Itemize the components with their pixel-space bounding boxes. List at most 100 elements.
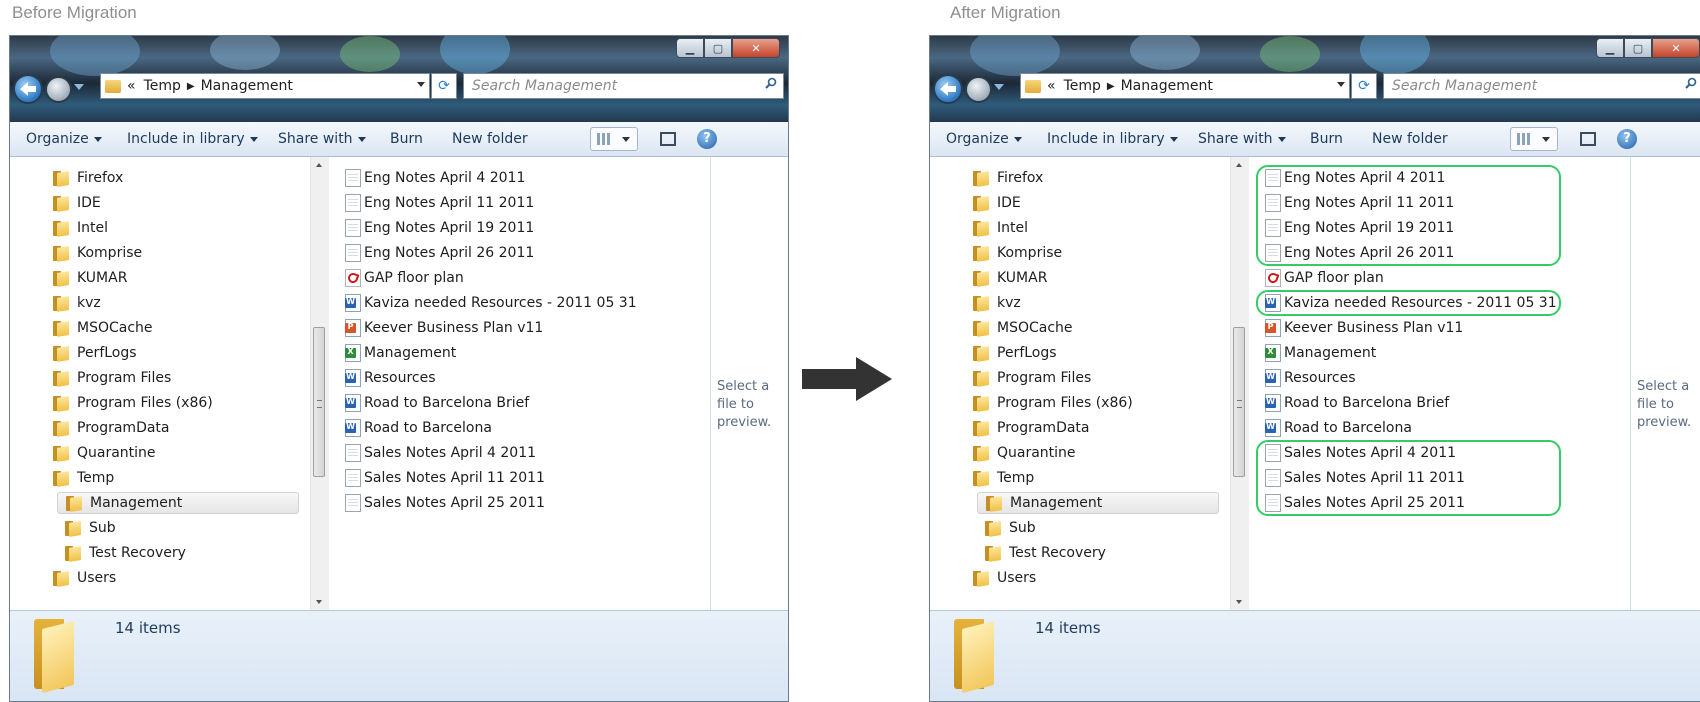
file-item[interactable]: X Management (345, 342, 456, 364)
tree-item[interactable]: IDE (53, 192, 101, 214)
back-button[interactable] (933, 74, 963, 104)
share-with-menu[interactable]: Share with (278, 131, 366, 147)
address-dropdown-icon[interactable] (1337, 82, 1345, 87)
breadcrumb-management[interactable]: Management (1121, 78, 1213, 94)
file-item[interactable]: W Road to Barcelona Brief (345, 392, 529, 414)
navigation-scrollbar[interactable] (1230, 157, 1248, 610)
address-dropdown-icon[interactable] (417, 82, 425, 87)
file-item[interactable]: Eng Notes April 4 2011 (345, 167, 525, 189)
help-button[interactable]: ? (697, 129, 717, 149)
tree-item[interactable]: ProgramData (973, 417, 1090, 439)
tree-item[interactable]: Komprise (973, 242, 1062, 264)
tree-item[interactable]: Management (977, 492, 1219, 514)
scrollbar-thumb[interactable] (313, 327, 325, 477)
file-item[interactable]: Sales Notes April 11 2011 (345, 467, 545, 489)
forward-button[interactable] (45, 76, 72, 103)
maximize-button[interactable]: ▢ (704, 38, 732, 58)
navigation-pane[interactable]: Firefox IDE Intel Komprise KUMAR kvz MSOCache P… (930, 157, 1244, 610)
preview-pane-button[interactable] (1580, 132, 1596, 146)
search-input[interactable]: Search Management (1383, 73, 1700, 99)
maximize-button[interactable]: ▢ (1624, 38, 1652, 58)
tree-item[interactable]: MSOCache (53, 317, 153, 339)
tree-item[interactable]: Program Files (x86) (973, 392, 1133, 414)
scrollbar-thumb[interactable] (1233, 327, 1245, 477)
new-folder-button[interactable]: New folder (452, 131, 528, 147)
close-button[interactable]: ✕ (1652, 38, 1700, 58)
tree-item[interactable]: Sub (985, 517, 1036, 539)
tree-item[interactable]: Management (57, 492, 299, 514)
file-item[interactable]: W Kaviza needed Resources - 2011 05 31 (345, 292, 637, 314)
file-item[interactable]: W Road to Barcelona (1265, 417, 1412, 439)
tree-item[interactable]: Program Files (x86) (53, 392, 213, 414)
address-overflow[interactable]: « (1047, 78, 1056, 94)
address-bar[interactable]: « Temp ▶ Management (100, 73, 430, 99)
tree-item[interactable]: Program Files (53, 367, 171, 389)
tree-item[interactable]: PerfLogs (973, 342, 1057, 364)
burn-button[interactable]: Burn (390, 131, 423, 147)
close-button[interactable]: ✕ (732, 38, 780, 58)
scroll-down-icon[interactable] (316, 600, 322, 604)
tree-item[interactable]: Firefox (53, 167, 123, 189)
navigation-scrollbar[interactable] (310, 157, 328, 610)
tree-item[interactable]: Temp (53, 467, 114, 489)
organize-menu[interactable]: Organize (26, 131, 102, 147)
breadcrumb-temp[interactable]: Temp (144, 78, 181, 94)
tree-item[interactable]: Temp (973, 467, 1034, 489)
file-item[interactable]: X Management (1265, 342, 1376, 364)
tree-item[interactable]: kvz (973, 292, 1021, 314)
tree-item[interactable]: Intel (973, 217, 1028, 239)
file-item[interactable]: W Resources (345, 367, 436, 389)
tree-item[interactable]: Komprise (53, 242, 142, 264)
tree-item[interactable]: Firefox (973, 167, 1043, 189)
breadcrumb-temp[interactable]: Temp (1064, 78, 1101, 94)
tree-item[interactable]: Users (53, 567, 116, 589)
back-button[interactable] (13, 74, 43, 104)
tree-item[interactable]: Sub (65, 517, 116, 539)
navigation-pane[interactable]: Firefox IDE Intel Komprise KUMAR kvz MSOCache P… (10, 157, 324, 610)
file-item[interactable]: Sales Notes April 4 2011 (345, 442, 536, 464)
help-button[interactable]: ? (1617, 129, 1637, 149)
include-in-library-menu[interactable]: Include in library (127, 131, 258, 147)
tree-item[interactable]: Test Recovery (985, 542, 1106, 564)
include-in-library-menu[interactable]: Include in library (1047, 131, 1178, 147)
minimize-button[interactable]: ▁ (1596, 38, 1624, 58)
new-folder-button[interactable]: New folder (1372, 131, 1448, 147)
tree-item[interactable]: MSOCache (973, 317, 1073, 339)
chevron-right-icon[interactable]: ▶ (1107, 81, 1115, 92)
tree-item[interactable]: ProgramData (53, 417, 170, 439)
tree-item[interactable]: kvz (53, 292, 101, 314)
scroll-down-icon[interactable] (1236, 600, 1242, 604)
tree-item[interactable]: Users (973, 567, 1036, 589)
address-overflow[interactable]: « (127, 78, 136, 94)
recent-pages-dropdown[interactable] (74, 84, 84, 90)
minimize-button[interactable]: ▁ (676, 38, 704, 58)
breadcrumb-management[interactable]: Management (201, 78, 293, 94)
tree-item[interactable]: PerfLogs (53, 342, 137, 364)
file-item[interactable]: Eng Notes April 11 2011 (345, 192, 534, 214)
refresh-button[interactable]: ⟳ (431, 73, 457, 99)
change-view-button[interactable] (590, 127, 638, 151)
file-item[interactable]: W Resources (1265, 367, 1356, 389)
file-item[interactable]: GAP floor plan (345, 267, 464, 289)
refresh-button[interactable]: ⟳ (1351, 73, 1377, 99)
file-list[interactable]: Eng Notes April 4 2011 Eng Notes April 11… (1248, 157, 1630, 610)
burn-button[interactable]: Burn (1310, 131, 1343, 147)
scroll-up-icon[interactable] (316, 163, 322, 167)
file-item[interactable]: P Keever Business Plan v11 (1265, 317, 1463, 339)
file-item[interactable]: W Road to Barcelona (345, 417, 492, 439)
tree-item[interactable]: Quarantine (53, 442, 156, 464)
organize-menu[interactable]: Organize (946, 131, 1022, 147)
tree-item[interactable]: Test Recovery (65, 542, 186, 564)
tree-item[interactable]: Quarantine (973, 442, 1076, 464)
scroll-up-icon[interactable] (1236, 163, 1242, 167)
preview-pane-button[interactable] (660, 132, 676, 146)
forward-button[interactable] (965, 76, 992, 103)
search-icon[interactable] (765, 77, 777, 89)
file-list[interactable]: Eng Notes April 4 2011 Eng Notes April 11… (328, 157, 710, 610)
address-bar[interactable]: « Temp ▶ Management (1020, 73, 1350, 99)
share-with-menu[interactable]: Share with (1198, 131, 1286, 147)
search-input[interactable]: Search Management (463, 73, 784, 99)
tree-item[interactable]: Program Files (973, 367, 1091, 389)
chevron-right-icon[interactable]: ▶ (187, 81, 195, 92)
file-item[interactable]: P Keever Business Plan v11 (345, 317, 543, 339)
